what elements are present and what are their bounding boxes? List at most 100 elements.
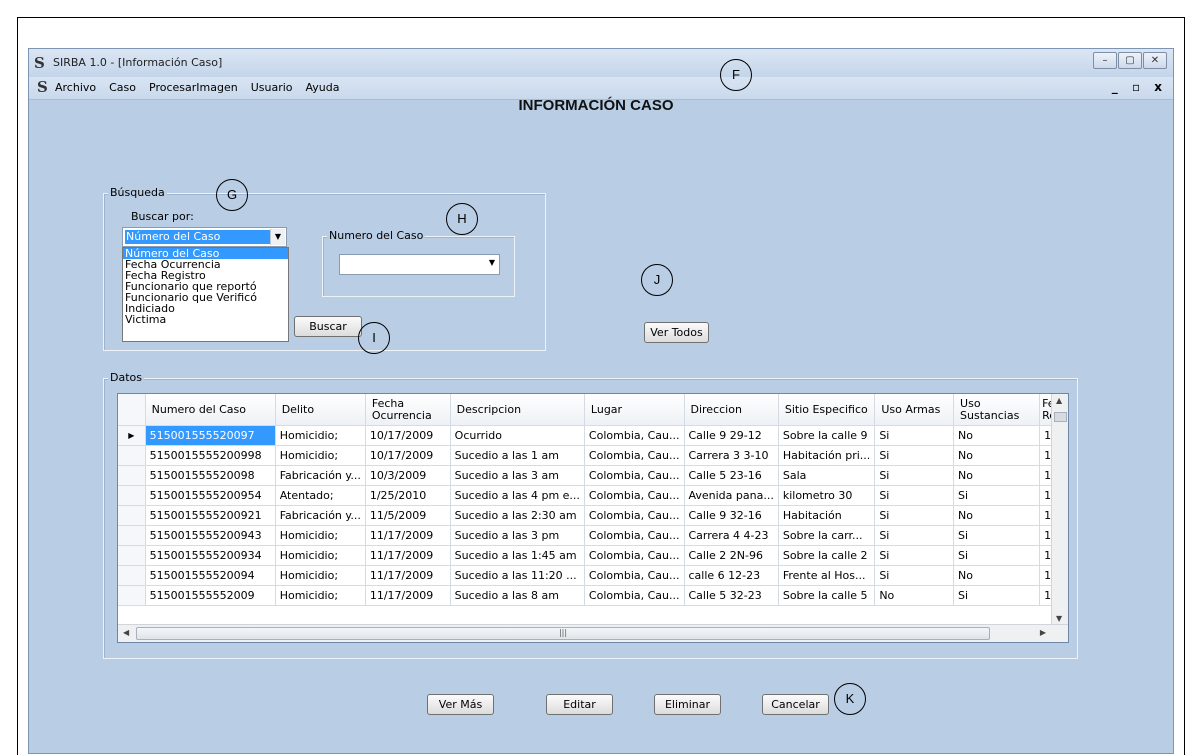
chevron-down-icon[interactable]: ▼ [489, 258, 495, 267]
menu-ayuda[interactable]: Ayuda [306, 81, 340, 94]
vertical-scrollbar[interactable]: ▲ ▼ [1051, 394, 1068, 625]
table-cell[interactable]: Avenida pana... [684, 485, 779, 506]
column-header[interactable]: Fecha Ocurrencia [365, 394, 451, 426]
table-cell[interactable]: kilometro 30 [778, 485, 876, 506]
table-cell[interactable]: Fabricación y... [275, 465, 366, 486]
table-row[interactable]: 5150015555200934 Homicidio; 11/17/2009 Suce… [118, 545, 1068, 566]
table-cell[interactable]: Carrera 4 4-23 [684, 525, 779, 546]
table-row[interactable]: 5150015555200998 Homicidio; 10/17/2009 Suce… [118, 445, 1068, 466]
table-cell[interactable]: Colombia, Cau... [584, 585, 685, 606]
table-cell[interactable]: Si [953, 525, 1041, 546]
buscar-button[interactable]: Buscar [294, 316, 362, 337]
column-header[interactable]: Uso Armas [874, 394, 955, 426]
table-cell[interactable]: Sobre la calle 5 [778, 585, 876, 606]
table-cell[interactable]: Calle 5 23-16 [684, 465, 779, 486]
table-cell[interactable]: Si [874, 505, 955, 526]
table-row[interactable]: 5150015555200954 Atentado; 1/25/2010 Sucedi… [118, 485, 1068, 506]
dropdown-option[interactable]: Victima [123, 314, 288, 325]
row-header[interactable] [118, 465, 146, 486]
table-cell[interactable]: Homicidio; [275, 545, 366, 566]
cancelar-button[interactable]: Cancelar [762, 694, 829, 715]
editar-button[interactable]: Editar [546, 694, 613, 715]
table-cell[interactable]: 5150015555200921 [145, 505, 276, 526]
table-cell[interactable]: Sucedio a las 3 pm [450, 525, 585, 546]
table-cell[interactable]: 515001555552009 [145, 585, 276, 606]
row-header[interactable] [118, 565, 146, 586]
row-header[interactable] [118, 505, 146, 526]
table-cell[interactable]: 10/3/2009 [365, 465, 451, 486]
scroll-down-icon[interactable]: ▼ [1056, 614, 1062, 623]
table-cell[interactable]: Si [953, 545, 1041, 566]
ver-todos-button[interactable]: Ver Todos [644, 322, 709, 343]
close-button[interactable]: ✕ [1143, 52, 1167, 69]
table-cell[interactable]: 11/17/2009 [365, 565, 451, 586]
scroll-left-icon[interactable]: ◀ [123, 628, 129, 637]
table-cell[interactable]: No [953, 425, 1041, 446]
table-row[interactable]: 515001555520098 Fabricación y... 10/3/2009… [118, 465, 1068, 486]
table-cell[interactable]: Sobre la calle 9 [778, 425, 876, 446]
table-row[interactable]: 515001555552009 Homicidio; 11/17/2009 Suced… [118, 585, 1068, 606]
table-cell[interactable]: Habitación [778, 505, 876, 526]
table-cell[interactable]: Sobre la carr... [778, 525, 876, 546]
table-cell[interactable]: Carrera 3 3-10 [684, 445, 779, 466]
table-cell[interactable]: Colombia, Cau... [584, 565, 685, 586]
table-cell[interactable]: calle 6 12-23 [684, 565, 779, 586]
table-cell[interactable]: Calle 9 32-16 [684, 505, 779, 526]
table-cell[interactable]: Homicidio; [275, 525, 366, 546]
datos-grid[interactable]: Numero del Caso Delito Fecha Ocurrencia … [117, 393, 1069, 643]
row-header[interactable] [118, 545, 146, 566]
table-cell[interactable]: Si [874, 485, 955, 506]
table-cell[interactable]: Si [874, 545, 955, 566]
table-cell[interactable]: Frente al Hos... [778, 565, 876, 586]
table-cell[interactable]: Si [874, 465, 955, 486]
table-row[interactable]: 5150015555200943 Homicidio; 11/17/2009 Suce… [118, 525, 1068, 546]
column-header[interactable]: Direccion [684, 394, 779, 426]
menu-caso[interactable]: Caso [109, 81, 136, 94]
column-header[interactable]: Lugar [584, 394, 685, 426]
current-row-indicator-icon[interactable]: ▶ [118, 425, 146, 446]
table-cell[interactable]: 1/25/2010 [365, 485, 451, 506]
table-cell[interactable]: Sala [778, 465, 876, 486]
table-cell[interactable]: 515001555520097 [145, 425, 276, 446]
table-row[interactable]: 5150015555200921 Fabricación y... 11/5/200… [118, 505, 1068, 526]
table-cell[interactable]: Si [874, 565, 955, 586]
table-cell[interactable]: Sucedio a las 3 am [450, 465, 585, 486]
eliminar-button[interactable]: Eliminar [654, 694, 721, 715]
table-cell[interactable]: Calle 9 29-12 [684, 425, 779, 446]
table-cell[interactable]: Sucedio a las 1:45 am [450, 545, 585, 566]
table-cell[interactable]: Homicidio; [275, 565, 366, 586]
scroll-up-icon[interactable]: ▲ [1056, 396, 1062, 405]
row-header[interactable] [118, 525, 146, 546]
ver-mas-button[interactable]: Ver Más [427, 694, 494, 715]
mdi-logo-icon[interactable]: S [37, 78, 48, 96]
table-cell[interactable]: Habitación pri... [778, 445, 876, 466]
table-cell[interactable]: Sucedio a las 4 pm e... [450, 485, 585, 506]
menu-archivo[interactable]: Archivo [55, 81, 96, 94]
table-cell[interactable]: Colombia, Cau... [584, 505, 685, 526]
table-cell[interactable]: Homicidio; [275, 425, 366, 446]
table-cell[interactable]: Colombia, Cau... [584, 545, 685, 566]
table-cell[interactable]: Atentado; [275, 485, 366, 506]
table-cell[interactable]: Sucedio a las 11:20 ... [450, 565, 585, 586]
table-cell[interactable]: Fabricación y... [275, 505, 366, 526]
table-cell[interactable]: No [953, 505, 1041, 526]
table-row[interactable]: 515001555520094 Homicidio; 11/17/2009 Suced… [118, 565, 1068, 586]
table-cell[interactable]: Si [874, 425, 955, 446]
table-cell[interactable]: Calle 5 32-23 [684, 585, 779, 606]
table-cell[interactable]: Si [953, 485, 1041, 506]
table-cell[interactable]: No [874, 585, 955, 606]
table-cell[interactable]: Sobre la calle 2 [778, 545, 876, 566]
table-cell[interactable]: No [953, 445, 1041, 466]
scroll-right-icon[interactable]: ▶ [1040, 628, 1046, 637]
menu-procesarimagen[interactable]: ProcesarImagen [149, 81, 238, 94]
menu-usuario[interactable]: Usuario [251, 81, 293, 94]
table-cell[interactable]: 515001555520098 [145, 465, 276, 486]
mdi-child-controls[interactable]: _ ▫ x [1112, 80, 1167, 94]
table-cell[interactable]: Calle 2 2N-96 [684, 545, 779, 566]
table-cell[interactable]: Homicidio; [275, 445, 366, 466]
table-cell[interactable]: 10/17/2009 [365, 445, 451, 466]
column-header[interactable]: Descripcion [450, 394, 585, 426]
horizontal-scroll-thumb[interactable]: ||| [136, 627, 990, 640]
table-cell[interactable]: Homicidio; [275, 585, 366, 606]
table-cell[interactable]: No [953, 465, 1041, 486]
